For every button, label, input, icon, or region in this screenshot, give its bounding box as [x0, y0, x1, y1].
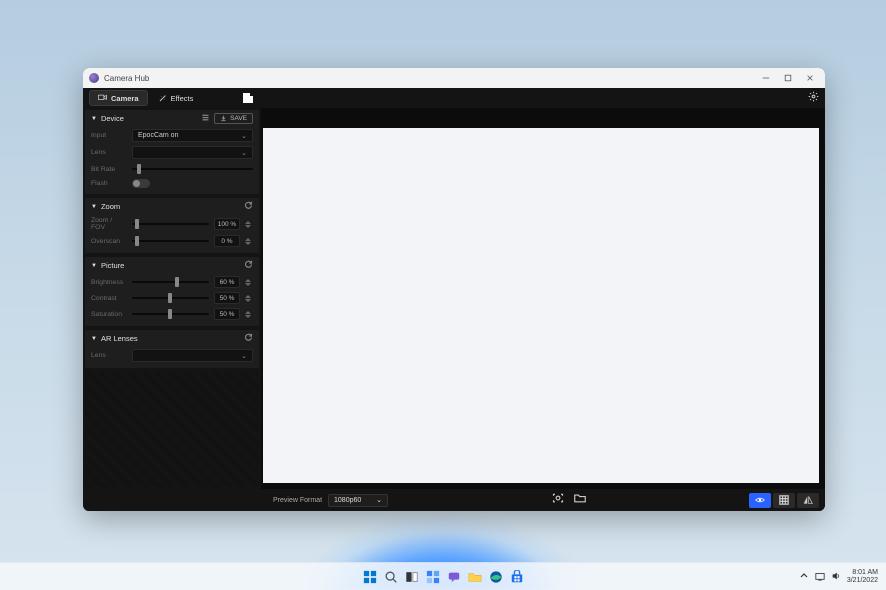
preview-format-dropdown[interactable]: 1080p60 ⌄	[328, 494, 388, 507]
section-zoom: ▼ Zoom Zoom / FOV 100 %	[85, 198, 259, 253]
zoom-fov-slider[interactable]	[132, 218, 209, 230]
chevron-down-icon: ⌄	[376, 496, 382, 504]
settings-button[interactable]	[808, 89, 819, 107]
chevron-down-icon[interactable]: ▼	[91, 204, 97, 210]
network-icon[interactable]	[815, 571, 825, 583]
zoom-fov-stepper[interactable]	[245, 218, 253, 230]
snapshot-button[interactable]	[552, 491, 564, 509]
ar-lens-dropdown[interactable]: ⌄	[132, 349, 253, 362]
file-explorer-button[interactable]	[466, 568, 483, 585]
contrast-stepper[interactable]	[245, 292, 253, 304]
input-label: Input	[91, 132, 127, 139]
section-picture: ▼ Picture Brightness 60 %	[85, 257, 259, 326]
contrast-slider[interactable]	[132, 292, 209, 304]
save-button-label: SAVE	[230, 115, 247, 122]
tab-camera[interactable]: Camera	[89, 90, 148, 106]
mirror-button[interactable]	[797, 493, 819, 508]
folder-button[interactable]	[574, 491, 586, 509]
flash-toggle[interactable]	[132, 179, 150, 188]
chevron-down-icon[interactable]: ▼	[91, 116, 97, 122]
start-button[interactable]	[361, 568, 378, 585]
taskbar-time: 8:01 AM	[852, 569, 878, 577]
main-toolbar: Camera Effects	[83, 88, 825, 108]
minimize-button[interactable]	[761, 73, 771, 83]
bitrate-slider[interactable]	[132, 163, 253, 175]
section-picture-title: Picture	[101, 261, 244, 270]
saturation-slider[interactable]	[132, 308, 209, 320]
flash-label: Flash	[91, 180, 127, 187]
saturation-label: Saturation	[91, 311, 127, 318]
preview-canvas	[263, 128, 819, 483]
tab-camera-label: Camera	[111, 94, 139, 103]
sliders-icon[interactable]	[201, 113, 210, 124]
section-device: ▼ Device SAVE Input E	[85, 110, 259, 194]
window-title: Camera Hub	[104, 74, 761, 83]
camera-hub-window: Camera Hub Camera Effects	[83, 68, 825, 511]
bitrate-label: Bit Rate	[91, 166, 127, 173]
reset-icon[interactable]	[244, 333, 253, 344]
taskbar-clock[interactable]: 8:01 AM 3/21/2022	[847, 569, 878, 584]
section-ar-lenses: ▼ AR Lenses Lens ⌄	[85, 330, 259, 368]
input-dropdown[interactable]: EpocCam on ⌄	[132, 129, 253, 142]
volume-icon[interactable]	[831, 571, 841, 583]
system-tray[interactable]: 8:01 AM 3/21/2022	[799, 569, 878, 584]
note-icon[interactable]	[243, 93, 253, 103]
input-dropdown-value: EpocCam on	[138, 132, 178, 139]
widgets-button[interactable]	[424, 568, 441, 585]
chevron-down-icon[interactable]: ▼	[91, 336, 97, 342]
maximize-button[interactable]	[783, 73, 793, 83]
taskbar-date: 3/21/2022	[847, 577, 878, 585]
section-device-title: Device	[101, 114, 201, 123]
store-button[interactable]	[508, 568, 525, 585]
saturation-stepper[interactable]	[245, 308, 253, 320]
contrast-label: Contrast	[91, 295, 127, 302]
edge-button[interactable]	[487, 568, 504, 585]
close-button[interactable]	[805, 73, 815, 83]
overscan-value[interactable]: 0 %	[214, 235, 240, 247]
chevron-down-icon: ⌄	[241, 149, 247, 157]
ar-lens-label: Lens	[91, 352, 127, 359]
brightness-value[interactable]: 60 %	[214, 276, 240, 288]
brightness-stepper[interactable]	[245, 276, 253, 288]
camera-icon	[98, 94, 107, 103]
saturation-value[interactable]: 50 %	[214, 308, 240, 320]
save-button[interactable]: SAVE	[214, 113, 253, 124]
brightness-label: Brightness	[91, 279, 127, 286]
reset-icon[interactable]	[244, 260, 253, 271]
lens-dropdown[interactable]: ⌄	[132, 146, 253, 159]
overscan-slider[interactable]	[132, 235, 209, 247]
grid-overlay-button[interactable]	[773, 493, 795, 508]
zoom-fov-value[interactable]: 100 %	[214, 218, 240, 230]
preview-area	[261, 108, 825, 489]
titlebar: Camera Hub	[83, 68, 825, 88]
section-ar-lenses-title: AR Lenses	[101, 334, 244, 343]
tab-effects-label: Effects	[171, 94, 194, 103]
contrast-value[interactable]: 50 %	[214, 292, 240, 304]
tray-chevron-icon[interactable]	[799, 571, 809, 583]
windows-taskbar: 8:01 AM 3/21/2022	[0, 562, 886, 590]
zoom-fov-label: Zoom / FOV	[91, 217, 127, 231]
chevron-down-icon: ⌄	[241, 352, 247, 360]
task-view-button[interactable]	[403, 568, 420, 585]
reset-icon[interactable]	[244, 201, 253, 212]
overscan-label: Overscan	[91, 238, 127, 245]
section-zoom-title: Zoom	[101, 202, 244, 211]
sidebar-filler	[85, 372, 259, 487]
chat-button[interactable]	[445, 568, 462, 585]
search-button[interactable]	[382, 568, 399, 585]
overscan-stepper[interactable]	[245, 235, 253, 247]
wand-icon	[158, 94, 167, 103]
settings-sidebar: ▼ Device SAVE Input E	[83, 108, 261, 489]
bottom-bar: Preview Format 1080p60 ⌄	[83, 489, 825, 511]
chevron-down-icon[interactable]: ▼	[91, 263, 97, 269]
chevron-down-icon: ⌄	[241, 132, 247, 140]
lens-label: Lens	[91, 149, 127, 156]
brightness-slider[interactable]	[132, 276, 209, 288]
preview-format-value: 1080p60	[334, 497, 361, 504]
preview-format-label: Preview Format	[273, 497, 322, 504]
tab-effects[interactable]: Effects	[150, 90, 202, 106]
preview-visibility-button[interactable]	[749, 493, 771, 508]
app-icon	[89, 73, 99, 83]
